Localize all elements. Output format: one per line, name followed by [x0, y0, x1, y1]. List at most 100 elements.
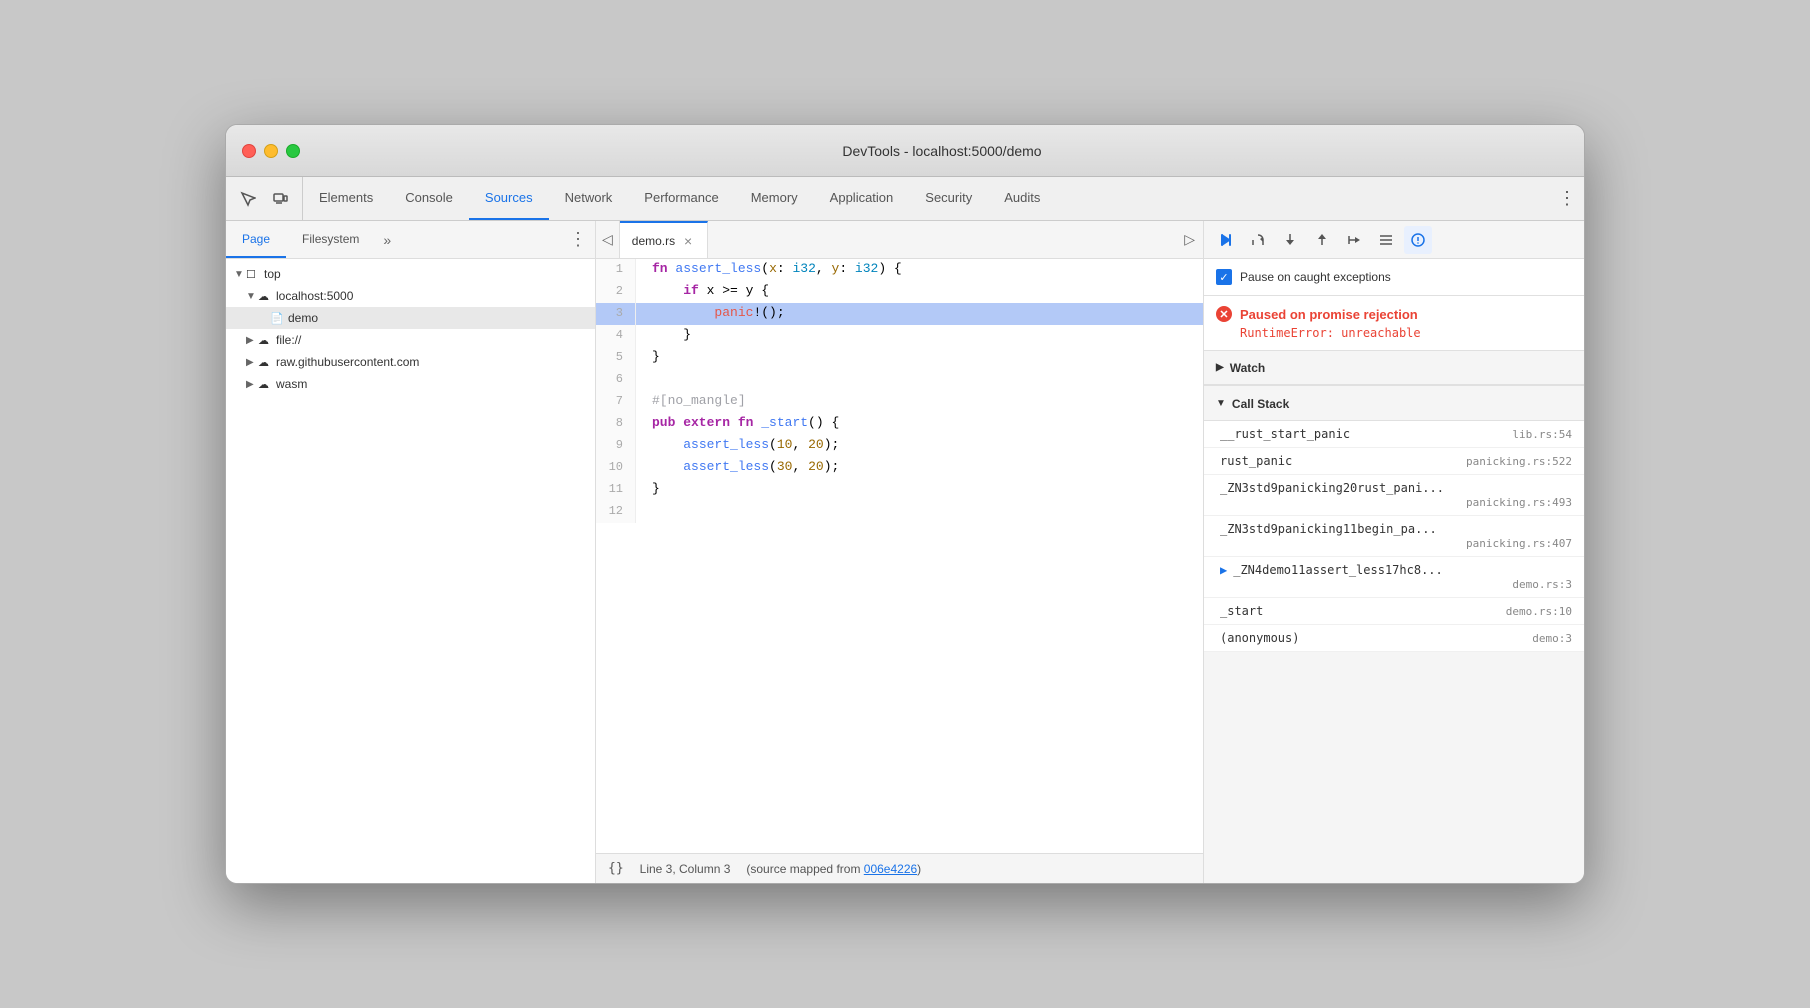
tree-arrow: ▶: [246, 357, 258, 368]
tab-performance[interactable]: Performance: [628, 177, 734, 220]
tree-label: raw.githubusercontent.com: [276, 355, 419, 369]
line-content: }: [636, 479, 1203, 501]
code-editor[interactable]: 1 fn assert_less(x: i32, y: i32) { 2 if …: [596, 259, 1203, 853]
code-line-5: 5 }: [596, 347, 1203, 369]
line-content: assert_less(10, 20);: [636, 435, 1203, 457]
tree-arrow: ▶: [246, 335, 258, 346]
checkbox-pause-exceptions[interactable]: ✓: [1216, 269, 1232, 285]
callstack-item-2[interactable]: _ZN3std9panicking20rust_pani... panickin…: [1204, 475, 1584, 516]
code-line-3: 3 panic!();: [596, 303, 1203, 325]
callstack-header[interactable]: ▼ Call Stack: [1204, 387, 1584, 421]
pause-rejection-info: ✕ Paused on promise rejection RuntimeErr…: [1204, 296, 1584, 351]
watch-arrow-icon: ▶: [1216, 362, 1224, 373]
debug-toolbar: [1204, 221, 1584, 259]
line-number: 4: [596, 325, 636, 347]
callstack-item-3[interactable]: _ZN3std9panicking11begin_pa... panicking…: [1204, 516, 1584, 557]
cloud-icon: ☁: [258, 334, 272, 347]
callstack-item-4[interactable]: ▶ _ZN4demo11assert_less17hc8... demo.rs:…: [1204, 557, 1584, 598]
inspect-icon[interactable]: [234, 185, 262, 213]
tree-arrow: ▼: [246, 291, 258, 302]
code-line-7: 7 #[no_mangle]: [596, 391, 1203, 413]
maximize-button[interactable]: [286, 144, 300, 158]
tree-arrow: ▶: [246, 379, 258, 390]
tree-item-localhost[interactable]: ▼ ☁ localhost:5000: [226, 285, 595, 307]
file-tree: ▼ ☐ top ▼ ☁ localhost:5000 📄 de: [226, 259, 595, 883]
traffic-lights: [242, 144, 300, 158]
line-number: 10: [596, 457, 636, 479]
tab-memory[interactable]: Memory: [735, 177, 814, 220]
step-out-button[interactable]: [1308, 226, 1336, 254]
close-tab-icon[interactable]: ×: [681, 234, 695, 248]
debug-content: ✓ Pause on caught exceptions ✕ Paused on…: [1204, 259, 1584, 883]
tab-console[interactable]: Console: [389, 177, 469, 220]
current-frame-icon: ▶: [1220, 563, 1227, 577]
tree-item-top[interactable]: ▼ ☐ top: [226, 263, 595, 285]
callstack-item-5[interactable]: _start demo.rs:10: [1204, 598, 1584, 625]
titlebar: DevTools - localhost:5000/demo: [226, 125, 1584, 177]
error-icon: ✕: [1216, 306, 1232, 322]
callstack-item-1[interactable]: rust_panic panicking.rs:522: [1204, 448, 1584, 475]
code-line-10: 10 assert_less(30, 20);: [596, 457, 1203, 479]
pause-subtitle: RuntimeError: unreachable: [1216, 326, 1572, 340]
editor-tab-demo[interactable]: demo.rs ×: [620, 221, 708, 258]
debug-panel: ✓ Pause on caught exceptions ✕ Paused on…: [1204, 221, 1584, 883]
line-number: 9: [596, 435, 636, 457]
tab-elements[interactable]: Elements: [303, 177, 389, 220]
line-content: if x >= y {: [636, 281, 1203, 303]
pretty-print-icon[interactable]: {}: [608, 861, 624, 876]
step-into-button[interactable]: [1276, 226, 1304, 254]
callstack-fn-name: (anonymous): [1220, 631, 1299, 645]
editor-nav-back-icon[interactable]: ◁: [596, 221, 620, 258]
more-tabs-icon[interactable]: »: [375, 221, 399, 258]
exceptions-row: ✓ Pause on caught exceptions: [1204, 259, 1584, 296]
line-content: }: [636, 347, 1203, 369]
line-number: 7: [596, 391, 636, 413]
tab-filesystem[interactable]: Filesystem: [286, 221, 375, 258]
line-number: 1: [596, 259, 636, 281]
tree-item-file[interactable]: ▶ ☁ file://: [226, 329, 595, 351]
tree-item-demo[interactable]: 📄 demo: [226, 307, 595, 329]
tree-arrow: ▼: [234, 269, 246, 280]
callstack-fn-name: ▶ _ZN4demo11assert_less17hc8...: [1220, 563, 1572, 577]
close-button[interactable]: [242, 144, 256, 158]
tab-audits[interactable]: Audits: [988, 177, 1056, 220]
callstack-fn-name: _ZN3std9panicking11begin_pa...: [1220, 522, 1572, 536]
watch-header[interactable]: ▶ Watch: [1204, 351, 1584, 385]
devtools-body: Page Filesystem » ⋮ ▼ ☐ top ▼ ☁ localhos…: [226, 221, 1584, 883]
tree-item-wasm[interactable]: ▶ ☁ wasm: [226, 373, 595, 395]
tab-security[interactable]: Security: [909, 177, 988, 220]
tab-page[interactable]: Page: [226, 221, 286, 258]
more-tabs-icon[interactable]: ⋮: [1550, 177, 1584, 220]
callstack-arrow-icon: ▼: [1216, 398, 1226, 409]
editor-run-icon[interactable]: ▷: [1176, 221, 1203, 258]
step-over-button[interactable]: [1244, 226, 1272, 254]
callstack-loc: demo.rs:3: [1220, 578, 1572, 591]
source-map-link[interactable]: 006e4226: [864, 862, 917, 876]
minimize-button[interactable]: [264, 144, 278, 158]
pause-title-text: Paused on promise rejection: [1240, 307, 1418, 322]
tab-filename: demo.rs: [632, 234, 675, 248]
line-content: }: [636, 325, 1203, 347]
line-content: assert_less(30, 20);: [636, 457, 1203, 479]
pause-exceptions-button[interactable]: [1404, 226, 1432, 254]
nav-tabs: Elements Console Sources Network Perform…: [303, 177, 1550, 220]
nav-icon-group: [226, 177, 303, 220]
code-line-8: 8 pub extern fn _start() {: [596, 413, 1203, 435]
tab-sources[interactable]: Sources: [469, 177, 549, 220]
tree-item-raw-github[interactable]: ▶ ☁ raw.githubusercontent.com: [226, 351, 595, 373]
step-button[interactable]: [1340, 226, 1368, 254]
line-content: fn assert_less(x: i32, y: i32) {: [636, 259, 1203, 281]
line-number: 5: [596, 347, 636, 369]
resume-button[interactable]: [1212, 226, 1240, 254]
callstack-item-6[interactable]: (anonymous) demo:3: [1204, 625, 1584, 652]
code-line-9: 9 assert_less(10, 20);: [596, 435, 1203, 457]
devtools-nav: Elements Console Sources Network Perform…: [226, 177, 1584, 221]
code-line-11: 11 }: [596, 479, 1203, 501]
code-line-4: 4 }: [596, 325, 1203, 347]
tab-network[interactable]: Network: [549, 177, 629, 220]
callstack-item-0[interactable]: __rust_start_panic lib.rs:54: [1204, 421, 1584, 448]
device-icon[interactable]: [266, 185, 294, 213]
deactivate-button[interactable]: [1372, 226, 1400, 254]
panel-menu-icon[interactable]: ⋮: [561, 221, 595, 258]
tab-application[interactable]: Application: [814, 177, 910, 220]
